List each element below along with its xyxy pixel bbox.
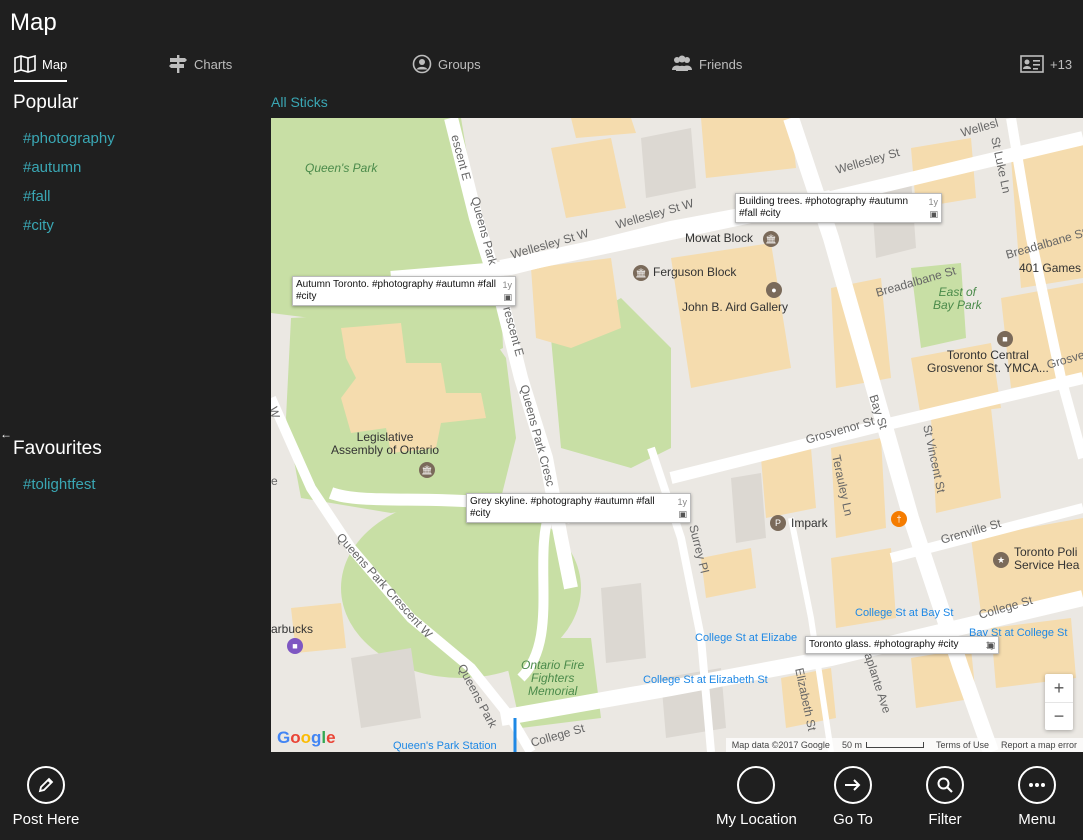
stick-popup-text: Autumn Toronto. #photography #autumn #fa… — [296, 279, 496, 302]
east-bay-park-label: East of Bay Park — [933, 285, 982, 312]
games-label: 401 Games — [1019, 261, 1082, 275]
tab-friends-label: Friends — [699, 56, 743, 72]
go-to-button[interactable]: Go To — [813, 766, 893, 828]
terms-link[interactable]: Terms of Use — [936, 740, 989, 750]
fire-memorial-label: Ontario Fire Fighters Memorial — [521, 658, 585, 698]
stick-popup-text: Toronto glass. #photography #city — [809, 639, 959, 650]
popular-tag-photography[interactable]: #photography — [23, 130, 115, 147]
favourite-tag-tolightfest[interactable]: #tolightfest — [23, 476, 96, 493]
mowat-block-label: Mowat Block — [685, 231, 754, 245]
google-logo: Google — [277, 728, 336, 747]
camera-icon: ▣ — [678, 509, 687, 519]
favourites-title: Favourites — [13, 438, 102, 459]
shopping-icon: ■ — [287, 638, 303, 654]
legislative-assembly-label: Legislative Assembly of Ontario — [331, 430, 440, 457]
stick-popup-age: 1y — [502, 280, 512, 290]
impark-label: Impark — [791, 516, 828, 530]
my-location-label: My Location — [716, 811, 797, 828]
stick-popup[interactable]: Building trees. #photography #autumn #fa… — [735, 193, 942, 223]
tab-map-label: Map — [42, 56, 68, 72]
queens-park-label: Queen's Park — [305, 161, 378, 175]
ymca-label: Toronto Central Grosvenor St. YMCA... — [927, 348, 1049, 375]
building-icon: ■ — [997, 331, 1013, 347]
menu-button[interactable]: Menu — [997, 766, 1077, 828]
report-error-link[interactable]: Report a map error — [1001, 740, 1077, 750]
tab-charts-label: Charts — [194, 56, 233, 72]
ferguson-block-label: Ferguson Block — [653, 265, 737, 279]
all-sticks-link[interactable]: All Sticks — [271, 94, 328, 110]
parking-icon: P — [770, 515, 786, 531]
museum-icon: 🏛︎ — [633, 265, 649, 281]
location-circle-icon — [737, 766, 775, 804]
sidebar: Popular #photography #autumn #fall #city… — [0, 86, 265, 752]
map-view[interactable]: Queen's Park Mowat Block 🏛︎ 🏛︎ Ferguson … — [271, 118, 1083, 752]
starbucks-label: arbucks — [271, 622, 314, 636]
bus-stop-college-elizabeth: College St at Elizabeth St — [643, 674, 768, 686]
restaurant-icon: † — [891, 511, 907, 527]
stick-popup[interactable]: Grey skyline. #photography #autumn #fall… — [466, 493, 691, 523]
toronto-police-label: Toronto Poli Service Hea — [1014, 545, 1080, 572]
bus-stop-college-elizabeth: College St at Elizabe — [695, 632, 798, 644]
command-bar: Post Here My Location Go To Filter Menu — [0, 752, 1083, 840]
tab-groups[interactable]: Groups — [412, 46, 481, 82]
aird-gallery-label: John B. Aird Gallery — [682, 300, 789, 314]
map-data-text: Map data ©2017 Google — [731, 740, 830, 750]
post-here-button[interactable]: Post Here — [6, 766, 86, 828]
subway-station-queens-park: Queen's Park Station — [393, 740, 497, 752]
search-icon — [926, 766, 964, 804]
stick-popup[interactable]: Autumn Toronto. #photography #autumn #fa… — [292, 276, 516, 306]
zoom-in-button[interactable]: + — [1045, 674, 1073, 702]
popular-title: Popular — [13, 92, 79, 113]
main-content: Popular #photography #autumn #fall #city… — [0, 86, 1083, 752]
scale-bar — [865, 742, 924, 748]
street-label-fragment: e — [271, 474, 278, 488]
tab-bar: Map Charts Groups Friends +13 — [0, 46, 1083, 82]
camera-icon: ▣ — [929, 209, 938, 219]
people-icon — [671, 54, 693, 74]
signpost-icon — [168, 54, 188, 74]
menu-label: Menu — [1018, 811, 1056, 828]
post-here-label: Post Here — [12, 811, 80, 828]
pencil-icon — [27, 766, 65, 804]
stick-popup-age: 1y — [928, 197, 938, 207]
tab-charts[interactable]: Charts — [168, 46, 232, 82]
tab-map[interactable]: Map — [14, 46, 67, 82]
stick-popup-text: Grey skyline. #photography #autumn #fall… — [470, 496, 655, 519]
my-location-button[interactable]: My Location — [716, 766, 797, 828]
bus-stop-college-bay: College St at Bay St — [855, 607, 954, 619]
museum-icon: 🏛︎ — [419, 462, 435, 478]
arrow-right-icon — [834, 766, 872, 804]
map-attribution: Map data ©2017 Google 50 m Terms of Use … — [725, 738, 1083, 752]
tab-more-label: +13 — [1050, 56, 1073, 72]
map-scale: 50 m — [842, 740, 924, 750]
filter-button[interactable]: Filter — [905, 766, 985, 828]
stick-popup-text: Building trees. #photography #autumn #fa… — [739, 196, 909, 219]
collapse-arrow-icon[interactable]: ← — [0, 427, 12, 441]
popular-tag-fall[interactable]: #fall — [23, 188, 51, 205]
zoom-control: + − — [1045, 674, 1073, 730]
museum-icon: 🏛︎ — [763, 231, 779, 247]
tab-friends[interactable]: Friends — [671, 46, 742, 82]
user-circle-icon — [412, 54, 432, 74]
palette-icon: ● — [766, 282, 782, 298]
contact-card-icon — [1020, 55, 1044, 73]
popular-tag-autumn[interactable]: #autumn — [23, 159, 81, 176]
zoom-out-button[interactable]: − — [1045, 702, 1073, 730]
more-dots-icon — [1018, 766, 1056, 804]
app-title: Map — [10, 9, 57, 36]
tab-groups-label: Groups — [438, 56, 481, 72]
scale-label: 50 m — [841, 740, 862, 750]
police-icon: ★ — [993, 552, 1009, 568]
popular-tag-city[interactable]: #city — [23, 217, 54, 234]
filter-label: Filter — [928, 811, 962, 828]
map-icon — [14, 55, 36, 73]
go-to-label: Go To — [833, 811, 873, 828]
tab-more[interactable]: +13 — [1020, 46, 1072, 82]
camera-icon: ▣ — [986, 640, 995, 650]
stick-popup-age: 1y — [677, 497, 687, 507]
stick-popup[interactable]: Toronto glass. #photography #city 1y ▣ — [805, 636, 999, 654]
camera-icon: ▣ — [503, 292, 512, 302]
